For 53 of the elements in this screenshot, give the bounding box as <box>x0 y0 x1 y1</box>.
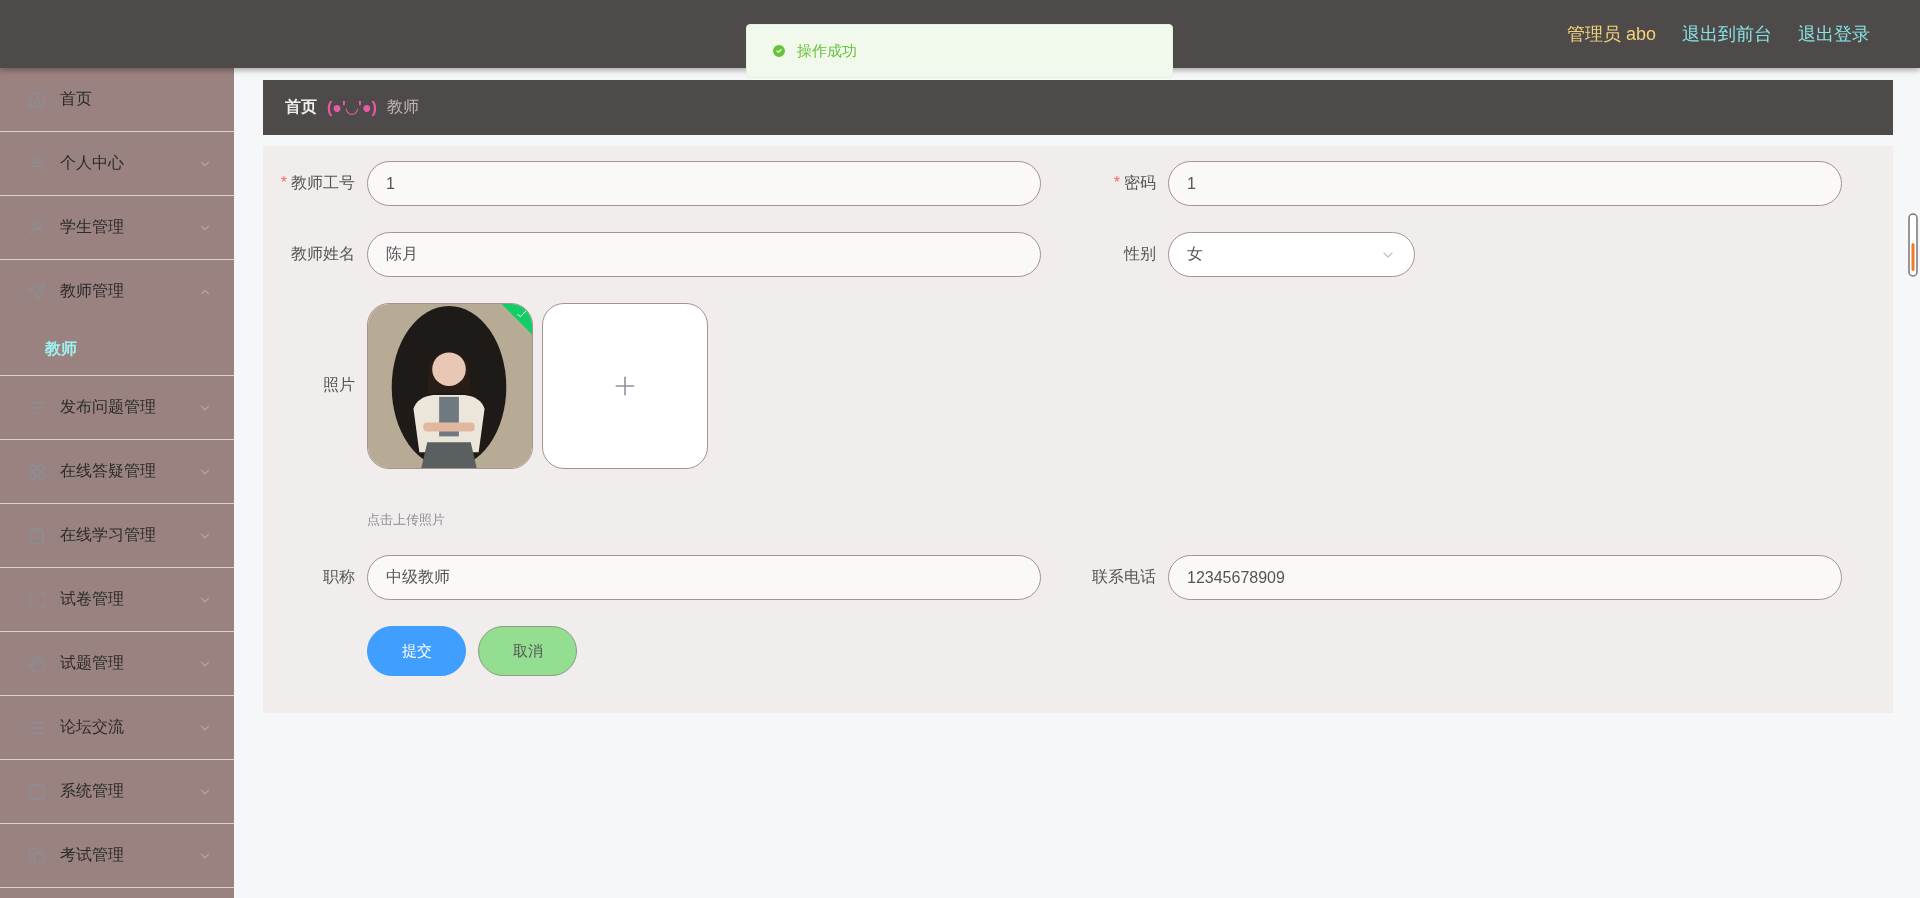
input-field[interactable]: 中级教师 <box>367 555 1041 600</box>
select-field[interactable]: 女 <box>1168 232 1415 277</box>
sidebar-item-label: 试卷管理 <box>60 589 124 609</box>
input-field[interactable]: 1 <box>1168 161 1842 206</box>
header-link[interactable]: 退出到前台 <box>1682 22 1772 46</box>
sidebar-item-label: 考试管理 <box>60 845 124 865</box>
sidebar-item-label: 在线学习管理 <box>60 525 156 545</box>
sidebar-item[interactable]: 在线学习管理 <box>0 504 234 567</box>
admin-username: 管理员 abo <box>1566 23 1656 46</box>
sidebar-item-label: 论坛交流 <box>60 717 124 737</box>
field-label: * 教师工号 <box>279 173 356 193</box>
input-field[interactable]: 1 <box>367 161 1041 206</box>
sidebar-item[interactable]: 系统管理 <box>0 760 234 823</box>
sidebar-item-label: 首页 <box>60 89 92 109</box>
breadcrumb-link[interactable]: 首页 <box>285 97 317 118</box>
sidebar-item[interactable]: 发布问题管理 <box>0 376 234 439</box>
sidebar-item[interactable]: 考试管理 <box>0 824 234 887</box>
sidebar-item-label: 教师管理 <box>60 281 124 301</box>
sidebar-item[interactable]: 试题管理 <box>0 632 234 695</box>
sidebar-item[interactable]: 首页 <box>0 68 234 132</box>
field-label: 职称 <box>322 567 356 587</box>
required-mark: * <box>1113 174 1120 191</box>
sidebar-item[interactable]: 试卷管理 <box>0 568 234 631</box>
sidebar-item-label: 个人中心 <box>60 153 124 173</box>
breadcrumb-current: 教师 <box>386 97 419 117</box>
upload-hint: 点击上传照片 <box>367 511 446 529</box>
sidebar-item[interactable]: 个人中心 <box>0 132 234 195</box>
input-field[interactable]: 12345678909 <box>1168 555 1842 600</box>
input-field[interactable]: 陈月 <box>367 232 1041 277</box>
sidebar-item[interactable]: 学生管理 <box>0 196 234 259</box>
required-mark: * <box>280 174 287 191</box>
sidebar-item-label: 试题管理 <box>60 653 124 673</box>
sidebar-item[interactable]: 在线答疑管理 <box>0 440 234 503</box>
sidebar-subitem[interactable]: 教师 <box>0 323 234 375</box>
sidebar-item-label: 发布问题管理 <box>60 397 156 417</box>
sidebar-item[interactable]: 教师管理 <box>0 260 234 323</box>
cancel-button[interactable]: 取消 <box>478 626 577 676</box>
upload-button[interactable] <box>542 303 708 469</box>
submit-button[interactable]: 提交 <box>367 626 466 676</box>
breadcrumb-separator: (●'◡'●) <box>327 98 377 117</box>
toast-message: 操作成功 <box>797 41 857 61</box>
field-label: 联系电话 <box>1091 567 1157 587</box>
header-link[interactable]: 退出登录 <box>1798 22 1870 46</box>
sidebar-item-label: 学生管理 <box>60 217 124 237</box>
field-label: 教师姓名 <box>290 244 356 264</box>
check-circle-icon <box>771 43 787 59</box>
field-label: 性别 <box>1122 244 1157 264</box>
field-label: 照片 <box>322 375 356 395</box>
scrollbar[interactable] <box>1908 213 1918 277</box>
sidebar-item[interactable]: 论坛交流 <box>0 696 234 759</box>
sidebar-item-label: 在线答疑管理 <box>60 461 156 481</box>
field-label: * 密码 <box>1112 173 1157 193</box>
sidebar-item-label: 系统管理 <box>60 781 124 801</box>
